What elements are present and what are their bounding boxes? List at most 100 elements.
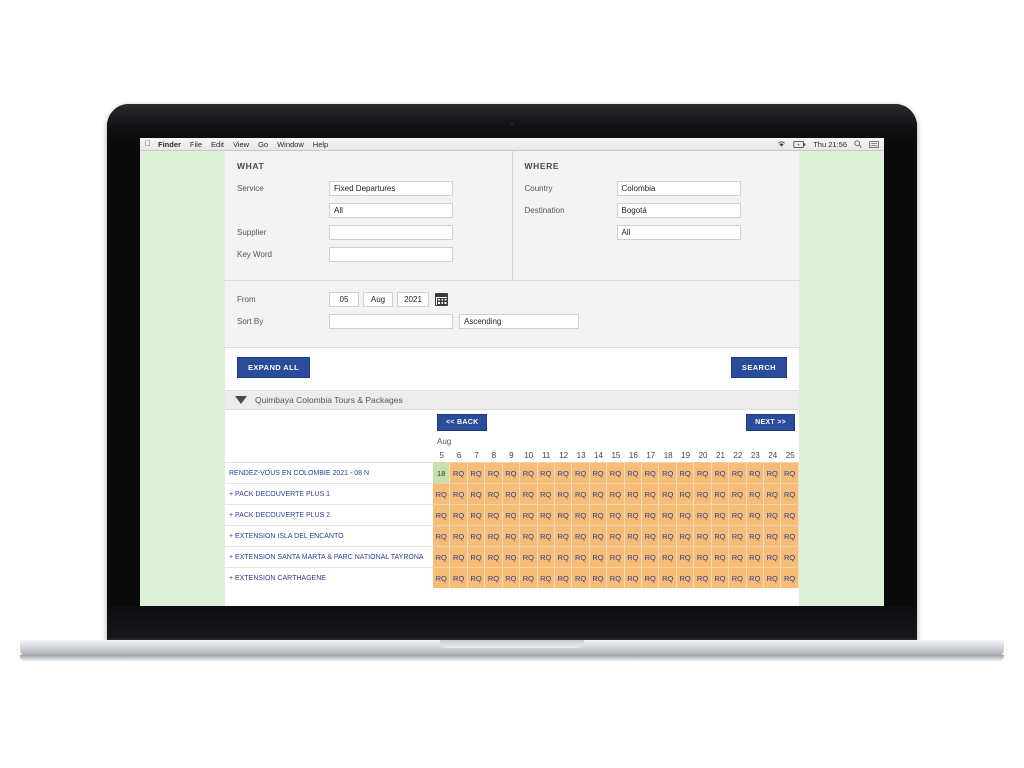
availability-cell[interactable]: RQ <box>659 505 677 525</box>
availability-cell[interactable]: RQ <box>572 484 590 504</box>
availability-cell[interactable]: RQ <box>659 526 677 546</box>
availability-cell[interactable]: RQ <box>607 547 625 567</box>
availability-cell[interactable]: RQ <box>485 505 503 525</box>
availability-cell[interactable]: RQ <box>676 547 695 567</box>
availability-cell[interactable]: RQ <box>467 484 486 504</box>
tour-row-label[interactable]: + EXTENSION CARTHAGENE <box>225 567 433 588</box>
availability-cell[interactable]: RQ <box>729 547 747 567</box>
availability-cell[interactable]: RQ <box>467 568 486 588</box>
availability-cell[interactable]: RQ <box>433 568 451 588</box>
availability-cell[interactable]: RQ <box>502 547 521 567</box>
keyword-input[interactable] <box>329 246 453 262</box>
availability-cell[interactable]: RQ <box>607 484 625 504</box>
availability-cell[interactable]: RQ <box>642 463 660 483</box>
availability-cell[interactable]: RQ <box>502 568 521 588</box>
availability-cell[interactable]: RQ <box>659 547 677 567</box>
availability-cell[interactable]: RQ <box>537 526 555 546</box>
battery-icon[interactable]: + <box>793 140 806 148</box>
destination-select[interactable]: Bogotá <box>616 202 741 218</box>
availability-cell[interactable]: RQ <box>711 568 730 588</box>
availability-cell[interactable]: RQ <box>450 547 468 567</box>
availability-cell[interactable]: RQ <box>781 568 799 588</box>
availability-cell[interactable]: RQ <box>554 568 573 588</box>
from-year-input[interactable]: 2021 <box>397 291 429 307</box>
availability-cell[interactable]: RQ <box>520 568 538 588</box>
availability-cell[interactable]: RQ <box>554 484 573 504</box>
availability-cell[interactable]: RQ <box>694 463 712 483</box>
availability-cell[interactable]: RQ <box>554 547 573 567</box>
availability-cell[interactable]: RQ <box>694 505 712 525</box>
availability-cell[interactable]: RQ <box>746 568 765 588</box>
tour-row-label[interactable]: RENDEZ-VOUS EN COLOMBIE 2021 - 08 N <box>225 462 433 483</box>
availability-cell[interactable]: RQ <box>694 526 712 546</box>
tour-row-label[interactable]: + PACK DECOUVERTE PLUS 2 <box>225 504 433 525</box>
availability-cell[interactable]: RQ <box>764 484 782 504</box>
availability-cell[interactable]: RQ <box>572 547 590 567</box>
availability-cell[interactable]: RQ <box>729 505 747 525</box>
availability-cell[interactable]: RQ <box>781 505 799 525</box>
availability-cell[interactable]: RQ <box>607 505 625 525</box>
chevron-down-icon[interactable] <box>235 396 247 404</box>
availability-cell[interactable]: RQ <box>764 463 782 483</box>
destination-sub-select[interactable]: All <box>616 224 741 240</box>
wifi-icon[interactable] <box>777 140 786 148</box>
availability-cell[interactable]: RQ <box>467 547 486 567</box>
availability-cell[interactable]: RQ <box>589 463 608 483</box>
availability-cell[interactable]: RQ <box>589 484 608 504</box>
availability-cell[interactable]: RQ <box>554 463 573 483</box>
menu-item-edit[interactable]: Edit <box>211 140 224 149</box>
menu-item-finder[interactable]: Finder <box>158 140 181 149</box>
availability-cell[interactable]: RQ <box>642 568 660 588</box>
availability-cell[interactable]: RQ <box>642 484 660 504</box>
availability-cell[interactable]: RQ <box>537 505 555 525</box>
availability-cell[interactable]: RQ <box>433 526 451 546</box>
availability-cell[interactable]: RQ <box>502 526 521 546</box>
availability-cell[interactable]: RQ <box>694 484 712 504</box>
sortby-select[interactable] <box>329 313 453 329</box>
result-group-header[interactable]: Quimbaya Colombia Tours & Packages <box>225 391 799 410</box>
availability-cell[interactable]: RQ <box>450 463 468 483</box>
availability-cell[interactable]: RQ <box>694 568 712 588</box>
availability-cell[interactable]: RQ <box>711 463 730 483</box>
availability-cell[interactable]: RQ <box>764 568 782 588</box>
availability-cell[interactable]: RQ <box>764 505 782 525</box>
calendar-icon[interactable] <box>435 292 448 306</box>
availability-cell[interactable]: RQ <box>729 568 747 588</box>
from-day-input[interactable]: 05 <box>329 291 359 307</box>
availability-cell[interactable]: RQ <box>624 463 643 483</box>
availability-cell[interactable]: RQ <box>572 463 590 483</box>
availability-cell[interactable]: RQ <box>485 547 503 567</box>
availability-cell[interactable]: RQ <box>781 547 799 567</box>
availability-cell[interactable]: RQ <box>746 463 765 483</box>
availability-cell[interactable]: RQ <box>746 526 765 546</box>
availability-cell[interactable]: RQ <box>729 463 747 483</box>
availability-cell[interactable]: RQ <box>642 526 660 546</box>
availability-cell[interactable]: RQ <box>485 484 503 504</box>
availability-cell[interactable]: RQ <box>781 526 799 546</box>
availability-cell[interactable]: RQ <box>572 505 590 525</box>
availability-cell[interactable]: RQ <box>659 568 677 588</box>
availability-cell[interactable]: RQ <box>746 547 765 567</box>
availability-cell[interactable]: RQ <box>694 547 712 567</box>
availability-cell[interactable]: RQ <box>781 484 799 504</box>
availability-cell[interactable]: RQ <box>642 505 660 525</box>
country-select[interactable]: Colombia <box>616 180 741 196</box>
menu-item-go[interactable]: Go <box>258 140 268 149</box>
availability-cell[interactable]: RQ <box>711 505 730 525</box>
availability-cell[interactable]: RQ <box>520 547 538 567</box>
availability-cell[interactable]: RQ <box>433 505 451 525</box>
menu-item-window[interactable]: Window <box>277 140 304 149</box>
availability-cell[interactable]: RQ <box>711 526 730 546</box>
availability-cell[interactable]: RQ <box>502 505 521 525</box>
availability-cell[interactable]: RQ <box>520 463 538 483</box>
availability-cell[interactable]: RQ <box>467 463 486 483</box>
search-icon[interactable] <box>854 140 862 148</box>
menubar-clock[interactable]: Thu 21:56 <box>813 140 847 149</box>
availability-cell[interactable]: RQ <box>572 568 590 588</box>
availability-cell[interactable]: RQ <box>711 484 730 504</box>
availability-cell[interactable]: RQ <box>624 484 643 504</box>
back-button[interactable]: << BACK <box>437 413 488 431</box>
sort-direction-select[interactable]: Ascending <box>459 313 579 329</box>
from-month-input[interactable]: Aug <box>363 291 393 307</box>
availability-cell[interactable]: RQ <box>624 526 643 546</box>
